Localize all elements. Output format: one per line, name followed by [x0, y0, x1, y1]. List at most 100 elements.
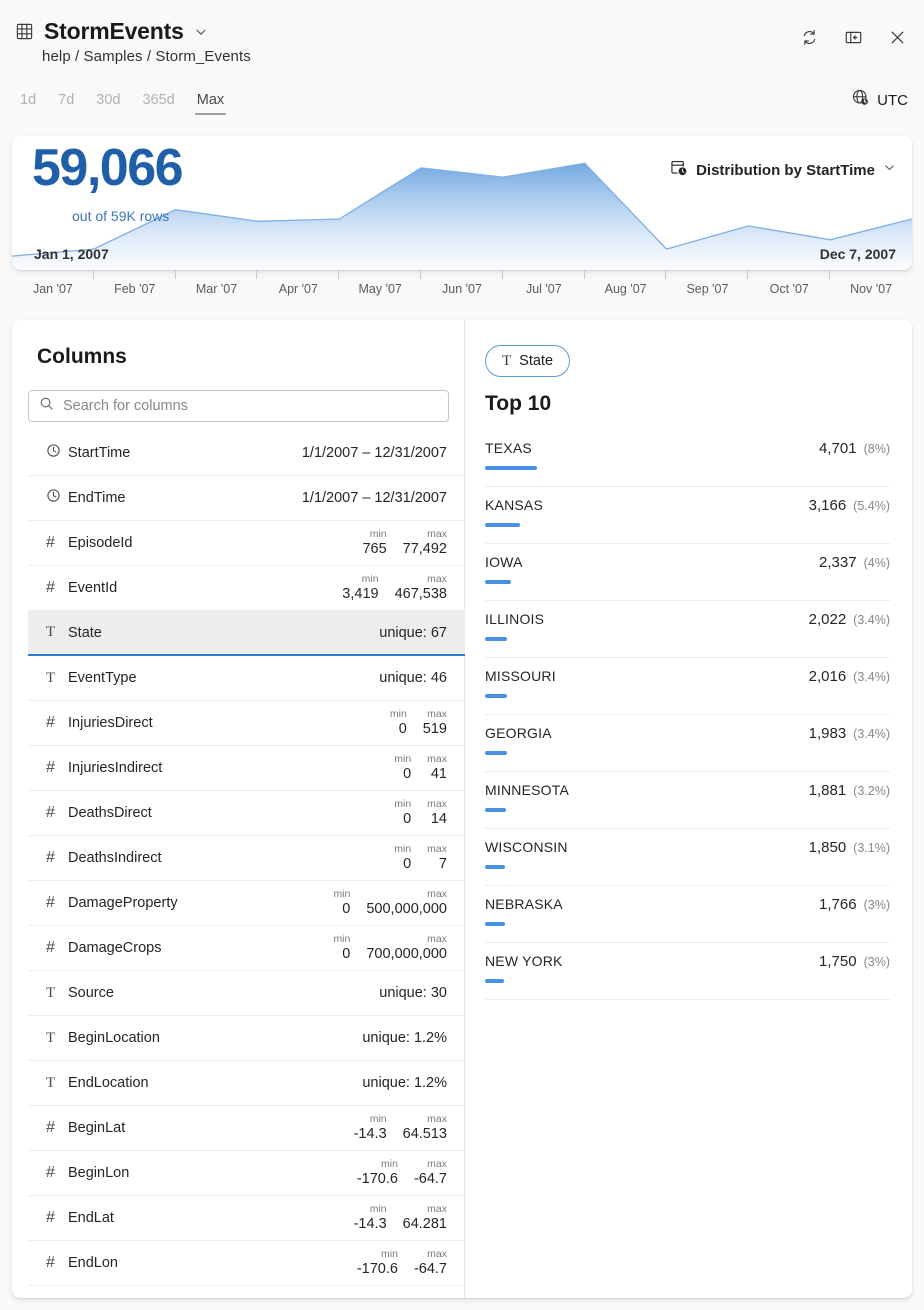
range-option-365d[interactable]: 365d	[138, 90, 178, 115]
column-row-endlocation[interactable]: TEndLocationunique: 1.2%	[28, 1061, 465, 1106]
top-value-row[interactable]: ILLINOIS 2,022 (3.4%)	[485, 601, 890, 658]
top-value-row[interactable]: NEW YORK 1,750 (3%)	[485, 943, 890, 1000]
top-value-name: ILLINOIS	[485, 611, 544, 627]
top-value-name: KANSAS	[485, 497, 543, 513]
chevron-down-icon[interactable]	[883, 161, 896, 179]
range-option-max[interactable]: Max	[193, 90, 228, 115]
refresh-icon[interactable]	[794, 22, 824, 52]
column-row-deathsdirect[interactable]: #DeathsDirect min0 max14	[28, 791, 465, 836]
max-value: 41	[431, 766, 447, 782]
top-value-percent: (3.4%)	[853, 670, 890, 684]
top-value-percent: (3.2%)	[853, 784, 890, 798]
column-row-damagecrops[interactable]: #DamageCrops min0 max700,000,000	[28, 926, 465, 971]
column-minmax: min0 max7	[394, 844, 447, 872]
hash-icon: #	[46, 939, 68, 957]
axis-tick-mark	[420, 270, 421, 279]
timezone-selector[interactable]: UTC	[851, 88, 908, 112]
column-stat: unique: 46	[379, 670, 447, 686]
top-value-row[interactable]: NEBRASKA 1,766 (3%)	[485, 886, 890, 943]
top-value-bar	[485, 979, 504, 983]
column-row-injuriesdirect[interactable]: #InjuriesDirect min0 max519	[28, 701, 465, 746]
column-stat: 1/1/2007 – 12/31/2007	[302, 490, 447, 506]
max-value: 77,492	[403, 541, 447, 557]
top-value-row[interactable]: MINNESOTA 1,881 (3.2%)	[485, 772, 890, 829]
top-value-row[interactable]: MISSOURI 2,016 (3.4%)	[485, 658, 890, 715]
min-label: min	[394, 799, 411, 811]
top-value-count: 2,022	[809, 611, 847, 628]
column-name: DamageProperty	[68, 895, 333, 911]
column-row-eventtype[interactable]: TEventTypeunique: 46	[28, 656, 465, 701]
column-row-deathsindirect[interactable]: #DeathsIndirect min0 max7	[28, 836, 465, 881]
column-row-episodeid[interactable]: #EpisodeId min765 max77,492	[28, 521, 465, 566]
selected-field-chip[interactable]: T State	[485, 345, 570, 377]
max-value: 14	[431, 811, 447, 827]
chevron-down-icon[interactable]	[194, 25, 208, 39]
profile-panels: Columns StartTime1/1/2007 – 12/31/2007En…	[12, 320, 912, 1298]
column-row-starttime[interactable]: StartTime1/1/2007 – 12/31/2007	[28, 431, 465, 476]
axis-tick-mark	[665, 270, 666, 279]
column-name: StartTime	[68, 445, 302, 461]
text-type-icon: T	[46, 624, 68, 641]
min-value: -14.3	[354, 1126, 387, 1142]
close-icon[interactable]	[882, 22, 912, 52]
axis-tick-mark	[502, 270, 503, 279]
page-title: StormEvents	[44, 18, 184, 45]
column-row-beginlocation[interactable]: TBeginLocationunique: 1.2%	[28, 1016, 465, 1061]
column-row-endlon[interactable]: #EndLon min-170.6 max-64.7	[28, 1241, 465, 1286]
min-value: -170.6	[357, 1171, 398, 1187]
top-value-count: 1,983	[809, 725, 847, 742]
top-value-row[interactable]: KANSAS 3,166 (5.4%)	[485, 487, 890, 544]
search-input[interactable]	[63, 398, 438, 414]
column-stat: unique: 30	[379, 985, 447, 1001]
max-label: max	[427, 934, 447, 946]
column-name: State	[68, 625, 379, 641]
range-option-7d[interactable]: 7d	[54, 90, 78, 115]
max-label: max	[427, 1159, 447, 1171]
column-row-eventid[interactable]: #EventId min3,419 max467,538	[28, 566, 465, 611]
column-name: EndLon	[68, 1255, 357, 1271]
top-value-row[interactable]: TEXAS 4,701 (8%)	[485, 430, 890, 487]
axis-tick-label: Sep '07	[686, 282, 728, 296]
column-minmax: min0 max700,000,000	[333, 934, 447, 962]
hash-icon: #	[46, 1164, 68, 1182]
column-row-state[interactable]: TStateunique: 67	[28, 611, 465, 656]
column-row-injuriesindirect[interactable]: #InjuriesIndirect min0 max41	[28, 746, 465, 791]
table-title-row[interactable]: StormEvents	[14, 18, 208, 45]
min-label: min	[333, 889, 350, 901]
hash-icon: #	[46, 579, 68, 597]
top-value-percent: (3.1%)	[853, 841, 890, 855]
column-row-beginlat[interactable]: #BeginLat min-14.3 max64.513	[28, 1106, 465, 1151]
column-row-source[interactable]: TSourceunique: 30	[28, 971, 465, 1016]
min-label: min	[370, 529, 387, 541]
grid-table-icon	[14, 22, 34, 42]
top-value-bar	[485, 637, 507, 641]
range-option-30d[interactable]: 30d	[92, 90, 124, 115]
columns-list[interactable]: StartTime1/1/2007 – 12/31/2007EndTime1/1…	[28, 431, 465, 1298]
panel-collapse-icon[interactable]	[838, 22, 868, 52]
min-value: -170.6	[357, 1261, 398, 1277]
top-value-percent: (3.4%)	[853, 727, 890, 741]
distribution-label: Distribution by StartTime	[696, 162, 875, 179]
top-values-list: TEXAS 4,701 (8%) KANSAS 3,166 (5.4%) IOW…	[485, 430, 890, 1000]
column-minmax: min-170.6 max-64.7	[357, 1159, 447, 1187]
top-value-row[interactable]: WISCONSIN 1,850 (3.1%)	[485, 829, 890, 886]
column-name: EndLat	[68, 1210, 354, 1226]
column-row-endlat[interactable]: #EndLat min-14.3 max64.281	[28, 1196, 465, 1241]
column-row-beginlon[interactable]: #BeginLon min-170.6 max-64.7	[28, 1151, 465, 1196]
column-row-endtime[interactable]: EndTime1/1/2007 – 12/31/2007	[28, 476, 465, 521]
search-columns-box[interactable]	[28, 390, 449, 422]
range-option-1d[interactable]: 1d	[16, 90, 40, 115]
time-range-bar: 1d 7d 30d 365d Max UTC	[0, 90, 924, 128]
min-value: 0	[342, 901, 350, 917]
axis-tick-mark	[584, 270, 585, 279]
axis-tick-mark	[829, 270, 830, 279]
column-row-damageproperty[interactable]: #DamageProperty min0 max500,000,000	[28, 881, 465, 926]
top-value-row[interactable]: GEORGIA 1,983 (3.4%)	[485, 715, 890, 772]
top-value-row[interactable]: IOWA 2,337 (4%)	[485, 544, 890, 601]
distribution-selector[interactable]: Distribution by StartTime	[669, 158, 896, 182]
text-type-icon: T	[502, 353, 511, 370]
search-icon	[39, 396, 54, 416]
min-label: min	[370, 1204, 387, 1216]
text-type-icon: T	[46, 1075, 68, 1092]
top-value-bar	[485, 523, 520, 527]
